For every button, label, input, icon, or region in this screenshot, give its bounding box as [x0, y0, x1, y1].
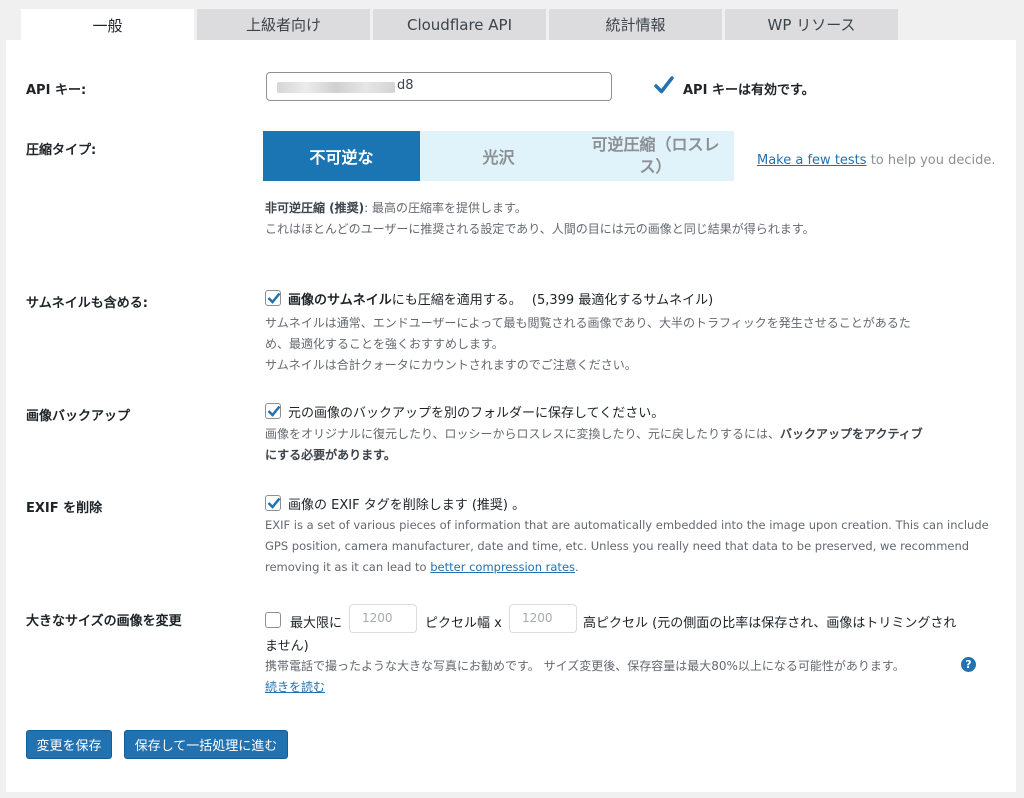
thumbnails-desc-line3: サムネイルは合計クォータにカウントされますのでご注意ください。 [265, 358, 637, 372]
exif-desc-line3: removing it as it can lead to [265, 560, 431, 574]
exif-label: EXIF を削除 [26, 501, 103, 516]
backup-desc-bold1: バックアップをアクティブ [780, 427, 923, 441]
backup-checkbox[interactable] [265, 403, 281, 419]
exif-check-label: 画像の EXIF タグを削除します (推奨) 。 [288, 498, 526, 513]
thumbnails-checkbox[interactable] [265, 290, 281, 306]
thumbnails-desc-line1: サムネイルは通常、エンドユーザーによって最も閲覧される画像であり、大半のトラフィ… [265, 316, 911, 330]
backup-description: 画像をオリジナルに復元したり、ロッシーからロスレスに変換したり、元に戻したりする… [265, 424, 923, 466]
thumbnails-check-label: 画像のサムネイルにも圧縮を適用する。 (5,399 最適化するサムネイル) [288, 289, 713, 308]
checkbox-check-icon [267, 292, 281, 304]
compression-desc-bold: 非可逆圧縮 (推奨) [265, 201, 365, 215]
tab-general[interactable]: 一般 [21, 9, 194, 41]
backup-desc-line1: 画像をオリジナルに復元したり、ロッシーからロスレスに変換したり、元に戻したりする… [265, 427, 781, 441]
tab-statistics[interactable]: 統計情報 [549, 9, 722, 40]
compression-option-glossy[interactable]: 光沢 [420, 131, 577, 181]
resize-height-input[interactable]: 1200 [509, 604, 577, 633]
tests-hint-suffix: to help you decide. [866, 153, 996, 168]
checkbox-check-icon [267, 405, 281, 417]
checkbox-check-icon [267, 497, 281, 509]
save-and-bulk-button[interactable]: 保存して一括処理に進む [124, 730, 288, 759]
settings-tabs: 一般 上級者向け Cloudflare API 統計情報 WP リソース [21, 9, 898, 41]
thumbnails-check-bold: 画像のサムネイル [288, 293, 392, 308]
compression-option-lossy[interactable]: 不可逆な [263, 131, 420, 181]
thumbnails-label: サムネイルも含める: [26, 296, 148, 311]
thumbnails-count: (5,399 最適化するサムネイル) [531, 293, 714, 308]
resize-label: 大きなサイズの画像を変更 [26, 614, 182, 629]
api-key-label: API キー: [26, 83, 87, 98]
backup-desc-bold2: にする必要があります。 [265, 448, 396, 462]
resize-wrap-text: ません) [265, 639, 309, 654]
resize-description: 携帯電話で撮ったような大きな写真にお勧めです。 サイズ変更後、保存容量は最大80… [265, 656, 905, 698]
exif-desc-line1: EXIF is a set of various pieces of infor… [265, 518, 989, 532]
backup-check-label: 元の画像のバックアップを別のフォルダーに保存してください。 [288, 406, 665, 421]
tab-cloudflare-api[interactable]: Cloudflare API [373, 9, 546, 40]
backup-label: 画像バックアップ [26, 409, 131, 424]
resize-height-unit: 高ピクセル (元の側面の比率は保存され、画像はトリミングされ [583, 616, 957, 631]
resize-width-unit: ピクセル幅 x [425, 616, 502, 631]
compression-rates-link[interactable]: better compression rates [430, 560, 575, 574]
thumbnails-check-rest: にも圧縮を適用する。 [391, 293, 522, 308]
thumbnails-desc-line2: め、最適化することを強くおすすめします。 [265, 337, 504, 351]
masked-key [277, 82, 395, 93]
thumbnails-description: サムネイルは通常、エンドユーザーによって最も閲覧される画像であり、大半のトラフィ… [265, 313, 911, 376]
compression-desc-line1: : 最高の圧縮率を提供します。 [364, 201, 527, 215]
tab-advanced[interactable]: 上級者向け [197, 9, 370, 40]
compression-description: 非可逆圧縮 (推奨): 最高の圧縮率を提供します。 これはほとんどのユーザーに推… [265, 198, 815, 240]
exif-checkbox[interactable] [265, 495, 281, 511]
compression-tests-hint: Make a few tests to help you decide. [757, 153, 996, 168]
resize-checkbox[interactable] [265, 612, 281, 628]
resize-max-text: 最大限に [290, 616, 343, 631]
resize-width-input[interactable]: 1200 [349, 604, 417, 633]
exif-desc-end: . [575, 560, 579, 574]
compression-option-lossless[interactable]: 可逆圧縮（ロスレス） [577, 131, 734, 181]
api-key-input[interactable]: d8 [266, 72, 612, 101]
exif-desc-line2: GPS position, camera manufacturer, date … [265, 539, 970, 553]
resize-desc-line1: 携帯電話で撮ったような大きな写真にお勧めです。 サイズ変更後、保存容量は最大80… [265, 659, 905, 673]
api-key-value-suffix: d8 [397, 78, 414, 93]
checkmark-icon [654, 76, 674, 94]
exif-description: EXIF is a set of various pieces of infor… [265, 515, 989, 578]
save-button[interactable]: 変更を保存 [26, 730, 112, 759]
help-icon[interactable]: ? [961, 657, 976, 672]
api-key-valid-text: API キーは有効です。 [683, 83, 815, 98]
tab-wp-resources[interactable]: WP リソース [725, 9, 898, 40]
make-tests-link[interactable]: Make a few tests [757, 153, 867, 168]
read-more-link[interactable]: 続きを読む [265, 680, 325, 694]
compression-desc-line2: これはほとんどのユーザーに推奨される設定であり、人間の目には元の画像と同じ結果が… [265, 222, 815, 236]
compression-type-label: 圧縮タイプ: [26, 143, 97, 158]
